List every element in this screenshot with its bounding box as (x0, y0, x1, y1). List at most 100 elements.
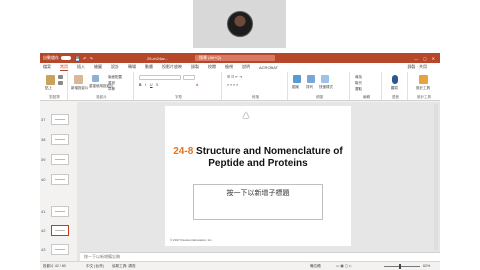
canvas-scrollbar[interactable] (434, 104, 438, 250)
tab-view[interactable]: 檢視 (225, 64, 233, 70)
zoom-slider[interactable] (384, 266, 420, 267)
group-label: 語音 (392, 95, 399, 99)
tab-help[interactable]: 說明 (242, 64, 250, 70)
group-label: 段落 (252, 95, 259, 99)
current-slide[interactable]: 24-8 Structure and Nomenclature of Pepti… (165, 106, 351, 246)
share-area[interactable]: 錄製 · 共用 (407, 64, 427, 70)
align-icon[interactable]: ≡ ≡ ≡ ≡ (227, 83, 238, 87)
paste-icon[interactable] (46, 75, 55, 85)
tab-draw[interactable]: 繪圖 (94, 64, 102, 70)
thumbnail-item-selected[interactable]: 42 (40, 225, 80, 237)
font-color-icon[interactable]: A (196, 83, 198, 87)
presenter-avatar (226, 11, 253, 37)
thumbnail-slide[interactable] (51, 244, 69, 255)
font-family-select[interactable] (139, 75, 181, 80)
group-paragraph: ☰ ☷ ⇤ ⇥ ≡ ≡ ≡ ≡ 段落 (224, 72, 288, 100)
view-buttons[interactable]: ▭ ▦ ▢ ▷ (336, 264, 352, 268)
tab-acrobat[interactable]: ACROBAT (259, 65, 278, 70)
font-size-select[interactable] (183, 75, 195, 80)
thumbnail-number: 41 (41, 209, 46, 214)
tab-design[interactable]: 設計 (111, 64, 119, 70)
thumbnail-slide[interactable] (51, 154, 69, 165)
section-number: 24-8 (173, 146, 194, 157)
arrange-icon[interactable] (307, 75, 315, 83)
thumbnail-item[interactable]: 40 (40, 174, 80, 186)
ribbon: 貼上 剪貼簿 新增投影片 重複使用投影片 版面配置 重設 章節 投影片 B I … (40, 71, 440, 101)
replace-button[interactable]: 取代 (355, 81, 362, 86)
tab-insert[interactable]: 插入 (77, 64, 85, 70)
notes-pane[interactable]: 按一下以新增備忘稿 (80, 252, 440, 261)
zoom-slider-thumb[interactable] (399, 264, 401, 269)
ribbon-tabs: 檔案 常用 插入 繪圖 設計 轉場 動畫 投影片放映 錄製 校閱 檢視 說明 A… (40, 63, 440, 71)
group-label: 設計工具 (417, 95, 431, 99)
thumbnail-item[interactable]: 37 (40, 114, 80, 126)
slide-title[interactable]: 24-8 Structure and Nomenclature of Pepti… (165, 146, 351, 170)
thumbnail-slide[interactable] (51, 114, 69, 125)
accessibility-status[interactable]: 協助工具: 調查 (112, 264, 136, 269)
select-button[interactable]: 選取 (355, 87, 362, 92)
group-label: 投影片 (96, 95, 107, 99)
thumbnail-item[interactable]: 43 (40, 244, 80, 256)
section-button[interactable]: 章節 (108, 87, 115, 92)
notes-placeholder: 按一下以新增備忘稿 (84, 254, 120, 259)
autosave-toggle[interactable] (61, 56, 71, 60)
tab-review[interactable]: 校閱 (208, 64, 216, 70)
subtitle-placeholder[interactable]: 按一下以新增子標題 (193, 184, 323, 220)
thumbnail-item[interactable]: 39 (40, 154, 80, 166)
tab-slideshow[interactable]: 投影片放映 (162, 64, 182, 70)
bullets-icon[interactable]: ☰ ☷ ⇤ ⇥ (227, 75, 242, 79)
tab-record[interactable]: 錄製 (191, 64, 199, 70)
copy-icon[interactable] (58, 81, 63, 85)
thumbnail-number: 43 (41, 247, 46, 252)
file-name: 25.ch24ar... (147, 55, 168, 61)
thumbnail-item[interactable]: 38 (40, 134, 80, 146)
thumbnail-number: 40 (41, 177, 46, 182)
thumbnail-number: 39 (41, 157, 46, 162)
designer-icon[interactable] (419, 75, 428, 84)
slide-count: 投影片 42 / 80 (43, 264, 66, 268)
window-controls[interactable]: — ◻ ✕ (414, 56, 437, 61)
thumbnail-slide[interactable] (51, 134, 69, 145)
shapes-icon[interactable] (293, 75, 301, 83)
layout-button[interactable]: 版面配置 (108, 75, 122, 80)
reset-button[interactable]: 重設 (108, 81, 115, 86)
language-status[interactable]: 中文 (台灣) (86, 264, 104, 269)
quick-styles-icon[interactable] (321, 75, 329, 83)
notes-button[interactable]: 備忘稿 (310, 264, 321, 269)
group-font: B I U S A 字型 (136, 72, 222, 100)
thumbnail-slide[interactable] (51, 206, 69, 217)
title-bar: 自動儲存 💾 ↶ ↷ 25.ch24ar... 搜尋 (Alt+Q) — ◻ ✕ (40, 53, 440, 63)
dictate-label: 聽寫 (391, 86, 398, 90)
tab-file[interactable]: 檔案 (43, 64, 51, 70)
thumbnail-slide[interactable] (51, 225, 69, 236)
quick-styles-label: 快速樣式 (319, 85, 333, 89)
thumbnail-number: 42 (41, 228, 46, 233)
shapes-label: 圖案 (292, 85, 299, 89)
tab-animations[interactable]: 動畫 (145, 64, 153, 70)
webcam-video (193, 0, 286, 48)
tab-home[interactable]: 常用 (60, 64, 68, 71)
meeting-area (0, 0, 480, 52)
new-slide-icon[interactable] (74, 75, 83, 84)
shadow-icon[interactable]: S (156, 83, 158, 87)
tab-transitions[interactable]: 轉場 (128, 64, 136, 70)
thumbnail-item[interactable]: 41 (40, 206, 80, 218)
italic-icon[interactable]: I (145, 83, 146, 87)
find-button[interactable]: 尋找 (355, 75, 362, 80)
zoom-level[interactable]: 62% (423, 264, 430, 268)
designer-label: 設計工具 (416, 86, 430, 90)
group-label: 字型 (175, 95, 182, 99)
reuse-slides-icon[interactable] (92, 75, 99, 82)
thumbnail-number: 38 (41, 137, 46, 142)
microphone-icon[interactable] (392, 75, 398, 84)
quick-access-toolbar[interactable]: 💾 ↶ ↷ (75, 56, 94, 61)
thumbnail-slide[interactable] (51, 174, 69, 185)
new-slide-label: 新增投影片 (71, 86, 89, 90)
group-label: 剪貼簿 (49, 95, 60, 99)
subtitle-placeholder-text: 按一下以新增子標題 (226, 189, 290, 197)
cut-icon[interactable] (58, 75, 63, 79)
bold-icon[interactable]: B (139, 83, 142, 87)
autosave-label: 自動儲存 (43, 55, 59, 60)
search-box[interactable]: 搜尋 (Alt+Q) (195, 55, 275, 61)
underline-icon[interactable]: U (150, 83, 153, 87)
